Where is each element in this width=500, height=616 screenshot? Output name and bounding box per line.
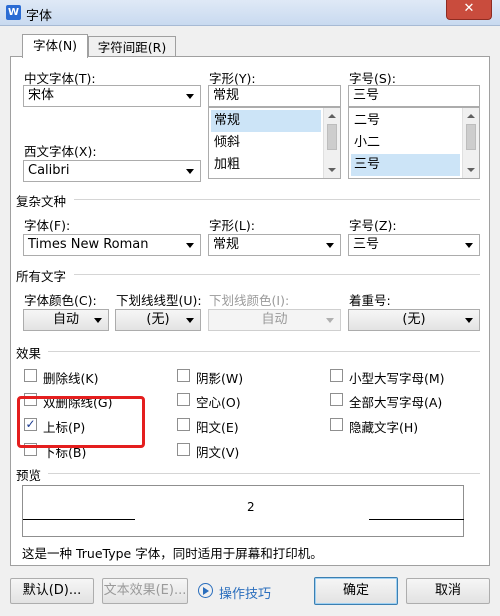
wps-writer-icon: W bbox=[6, 5, 21, 20]
scroll-down-icon[interactable] bbox=[328, 168, 336, 172]
complex-style-label: 字形(L): bbox=[209, 218, 255, 233]
underline-type-value: (无) bbox=[146, 312, 170, 327]
list-item[interactable]: 加粗 bbox=[211, 154, 321, 176]
font-color-dropdown[interactable]: 自动 bbox=[23, 309, 109, 331]
ok-button[interactable]: 确定 bbox=[314, 577, 398, 605]
shadow-checkbox[interactable] bbox=[177, 369, 190, 382]
emphasis-value: (无) bbox=[402, 312, 426, 327]
divider bbox=[48, 351, 480, 352]
preview-sample-text: 2 bbox=[247, 500, 255, 514]
chevron-down-icon bbox=[186, 94, 194, 99]
list-item[interactable]: 常规 bbox=[211, 110, 321, 132]
complex-font-combo[interactable]: Times New Roman bbox=[23, 234, 201, 256]
effects-section-title: 效果 bbox=[16, 346, 42, 361]
tips-link[interactable]: 操作技巧 bbox=[219, 583, 271, 602]
tab-character-spacing[interactable]: 字符间距(R) bbox=[88, 36, 176, 57]
complex-font-value: Times New Roman bbox=[28, 237, 149, 252]
style-scrollbar[interactable] bbox=[323, 108, 340, 178]
scroll-down-icon[interactable] bbox=[467, 168, 475, 172]
scroll-up-icon[interactable] bbox=[328, 114, 336, 118]
small-caps-checkbox[interactable] bbox=[330, 369, 343, 382]
western-font-combo[interactable]: Calibri bbox=[23, 160, 201, 182]
size-input[interactable]: 三号 bbox=[348, 85, 480, 107]
play-triangle bbox=[203, 586, 209, 595]
chevron-down-icon bbox=[465, 318, 473, 323]
divider bbox=[74, 199, 480, 200]
chevron-down-icon bbox=[465, 243, 473, 248]
chevron-down-icon bbox=[186, 318, 194, 323]
font-info-text: 这是一种 TrueType 字体，同时适用于屏幕和打印机。 bbox=[22, 546, 323, 561]
play-icon[interactable] bbox=[198, 583, 213, 598]
strikethrough-checkbox[interactable] bbox=[24, 369, 37, 382]
chevron-down-icon bbox=[326, 243, 334, 248]
baseline-right bbox=[369, 519, 464, 520]
complex-section-title: 复杂文种 bbox=[16, 194, 67, 209]
divider bbox=[48, 473, 480, 474]
emboss-label: 阳文(E) bbox=[196, 420, 239, 435]
underline-color-value: 自动 bbox=[261, 312, 288, 327]
chevron-down-icon bbox=[94, 318, 102, 323]
list-item[interactable]: 小二 bbox=[351, 132, 460, 154]
default-button[interactable]: 默认(D)... bbox=[10, 578, 94, 604]
engrave-checkbox[interactable] bbox=[177, 443, 190, 456]
underline-color-label: 下划线颜色(I): bbox=[209, 293, 290, 308]
hidden-text-label: 隐藏文字(H) bbox=[349, 420, 419, 435]
emboss-checkbox[interactable] bbox=[177, 418, 190, 431]
underline-type-dropdown[interactable]: (无) bbox=[115, 309, 201, 331]
emphasis-label: 着重号: bbox=[349, 293, 391, 308]
size-scrollbar[interactable] bbox=[462, 108, 479, 178]
scroll-up-icon[interactable] bbox=[467, 114, 475, 118]
title-bar: W 字体 ✕ bbox=[0, 0, 500, 26]
chinese-font-value: 宋体 bbox=[28, 88, 55, 103]
chevron-down-icon bbox=[326, 318, 334, 323]
chevron-down-icon bbox=[186, 243, 194, 248]
chinese-font-combo[interactable]: 宋体 bbox=[23, 85, 201, 107]
chevron-down-icon bbox=[186, 169, 194, 174]
all-caps-label: 全部大写字母(A) bbox=[349, 395, 443, 410]
underline-color-dropdown: 自动 bbox=[208, 309, 341, 331]
list-item[interactable]: 三号 bbox=[351, 154, 460, 176]
close-button[interactable]: ✕ bbox=[446, 0, 492, 20]
complex-style-value: 常规 bbox=[213, 237, 240, 252]
scroll-thumb[interactable] bbox=[327, 124, 337, 150]
style-input[interactable]: 常规 bbox=[208, 85, 341, 107]
western-font-label: 西文字体(X): bbox=[24, 144, 97, 159]
outline-checkbox[interactable] bbox=[177, 393, 190, 406]
western-font-value: Calibri bbox=[28, 163, 70, 178]
strikethrough-label: 删除线(K) bbox=[43, 371, 99, 386]
small-caps-label: 小型大写字母(M) bbox=[349, 371, 445, 386]
scroll-thumb[interactable] bbox=[466, 124, 476, 150]
divider bbox=[74, 274, 480, 275]
window-title: 字体 bbox=[26, 9, 53, 24]
preview-box: 2 bbox=[22, 485, 464, 537]
complex-size-label: 字号(Z): bbox=[349, 218, 397, 233]
list-item[interactable]: 倾斜 bbox=[211, 132, 321, 154]
cancel-button[interactable]: 取消 bbox=[406, 578, 490, 604]
all-caps-checkbox[interactable] bbox=[330, 393, 343, 406]
emphasis-dropdown[interactable]: (无) bbox=[348, 309, 480, 331]
hidden-text-checkbox[interactable] bbox=[330, 418, 343, 431]
shadow-label: 阴影(W) bbox=[196, 371, 244, 386]
size-listbox[interactable]: 二号 小二 三号 bbox=[348, 107, 480, 179]
outline-label: 空心(O) bbox=[196, 395, 241, 410]
all-text-section-title: 所有文字 bbox=[16, 269, 67, 284]
underline-type-label: 下划线线型(U): bbox=[116, 293, 202, 308]
complex-style-combo[interactable]: 常规 bbox=[208, 234, 341, 256]
tab-font[interactable]: 字体(N) bbox=[22, 34, 88, 58]
font-color-label: 字体颜色(C): bbox=[24, 293, 97, 308]
engrave-label: 阴文(V) bbox=[196, 445, 240, 460]
highlight-annotation bbox=[17, 396, 145, 448]
list-item[interactable]: 二号 bbox=[351, 110, 460, 132]
style-listbox[interactable]: 常规 倾斜 加粗 bbox=[208, 107, 341, 179]
complex-size-combo[interactable]: 三号 bbox=[348, 234, 480, 256]
complex-size-value: 三号 bbox=[353, 237, 380, 252]
baseline-left bbox=[23, 519, 135, 520]
text-effects-button: 文本效果(E)... bbox=[102, 578, 188, 604]
complex-font-label: 字体(F): bbox=[24, 218, 71, 233]
font-color-value: 自动 bbox=[52, 312, 79, 327]
preview-section-title: 预览 bbox=[16, 468, 42, 483]
